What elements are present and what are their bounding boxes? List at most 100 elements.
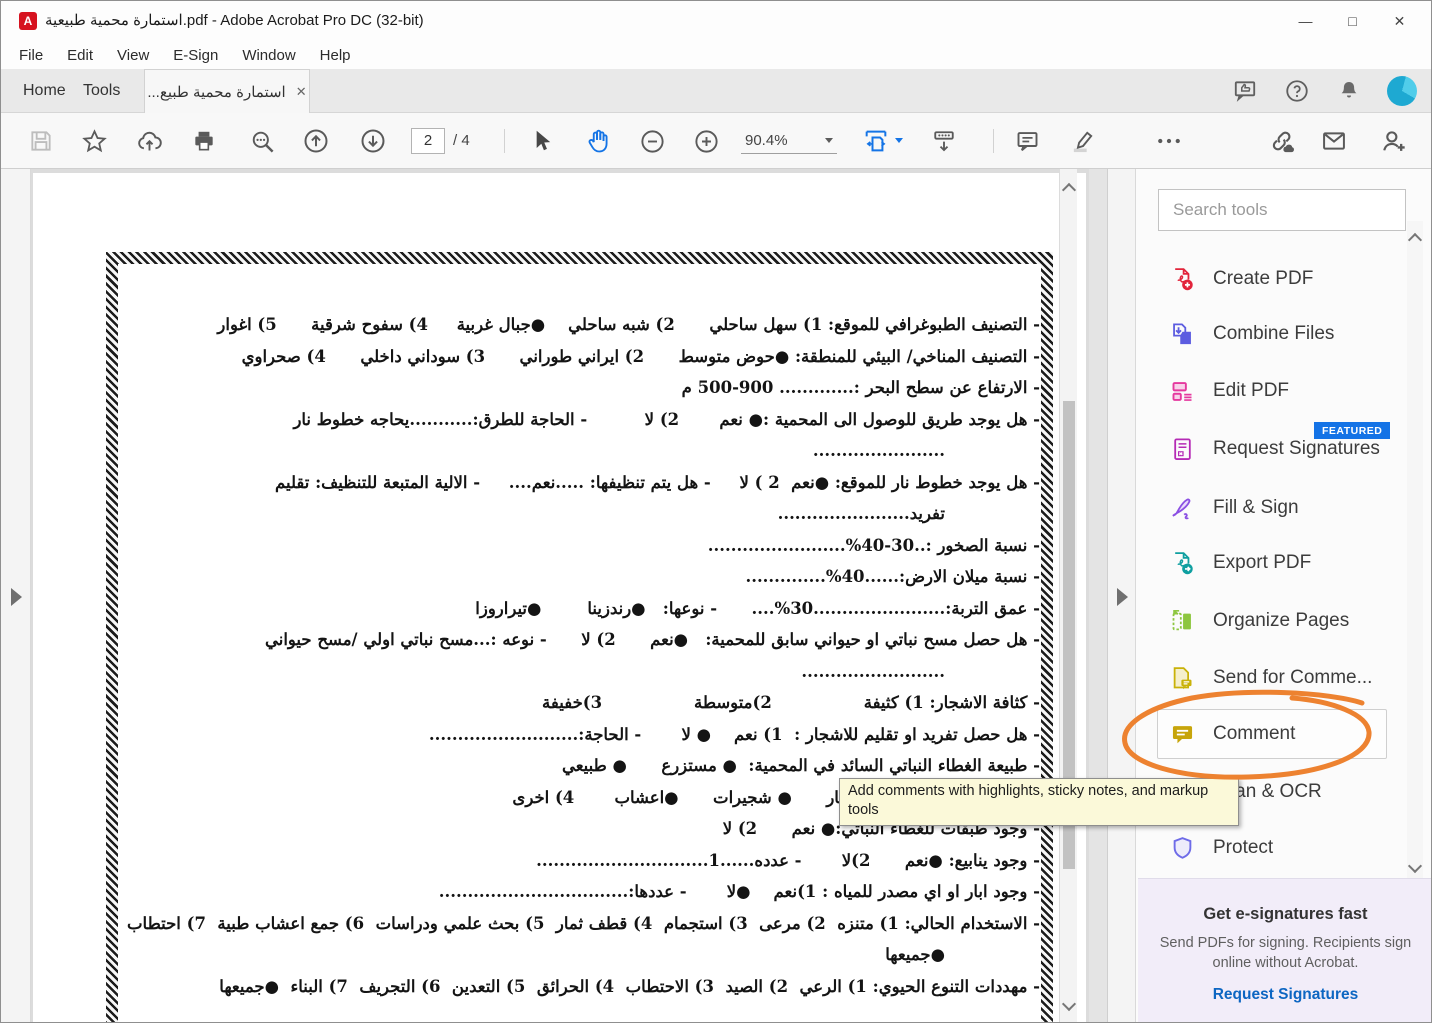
- document-canvas: - التصنيف الطبوغرافي للموقع: 1) سهل ساحل…: [31, 169, 1089, 1022]
- help-icon[interactable]: [1283, 77, 1311, 105]
- scroll-down-icon[interactable]: [1061, 996, 1077, 1012]
- promo-body: Send PDFs for signing. Recipients sign o…: [1159, 935, 1412, 972]
- sidebar-tool-combine-files[interactable]: Combine Files: [1158, 314, 1406, 354]
- document-line: .......................: [812, 441, 945, 460]
- export-pdf-icon: [1169, 550, 1196, 577]
- sidebar-scrollbar[interactable]: [1407, 221, 1423, 879]
- collapse-tools-panel-icon[interactable]: [1117, 588, 1128, 606]
- zoom-level-value: 90.4%: [745, 132, 788, 149]
- hand-tool-icon[interactable]: [582, 124, 616, 158]
- sidebar-tool-organize-pages[interactable]: Organize Pages: [1158, 601, 1406, 641]
- window-title: استمارة محمية طبيعية.pdf - Adobe Acrobat…: [45, 12, 424, 29]
- scrolling-mode-icon[interactable]: [927, 124, 961, 158]
- page-number-input[interactable]: 2: [411, 128, 445, 154]
- star-favorite-icon[interactable]: [77, 124, 111, 158]
- sidebar-tool-send-for-comments[interactable]: Send for Comme...: [1158, 658, 1406, 698]
- document-line: - وجود ينابيع: ●نعم 2)لا - عدده......1..…: [536, 850, 1040, 870]
- zoom-in-icon[interactable]: [689, 124, 723, 158]
- maximize-button[interactable]: □: [1329, 1, 1376, 41]
- tab-close-icon[interactable]: ✕: [296, 84, 307, 100]
- sticky-note-icon[interactable]: [1010, 124, 1044, 158]
- more-tools-icon[interactable]: [1152, 124, 1186, 158]
- highlighter-icon[interactable]: [1065, 124, 1099, 158]
- expand-left-panel-icon[interactable]: [11, 588, 22, 606]
- share-with-person-icon[interactable]: [1376, 124, 1410, 158]
- page-count-label: / 4: [453, 132, 470, 149]
- search-icon[interactable]: [245, 124, 279, 158]
- left-panel-strip: [1, 169, 31, 1022]
- print-icon[interactable]: [187, 124, 221, 158]
- save-icon[interactable]: [24, 124, 58, 158]
- featured-badge: FEATURED: [1314, 422, 1391, 439]
- document-line: - مهددات التنوع الحيوي: 1) الرعي 2) الصي…: [219, 976, 1040, 996]
- comment-icon: [1169, 721, 1196, 748]
- document-line: - عمق التربة:.......................30%.…: [475, 598, 1040, 618]
- next-page-icon[interactable]: [356, 124, 390, 158]
- document-line: ●جميعها: [885, 945, 945, 964]
- protect-shield-icon: [1169, 835, 1196, 862]
- pdf-page: - التصنيف الطبوغرافي للموقع: 1) سهل ساحل…: [33, 173, 1086, 1022]
- document-line: - التصنيف الطبوغرافي للموقع: 1) سهل ساحل…: [217, 315, 1040, 334]
- notifications-bell-icon[interactable]: [1335, 77, 1363, 105]
- send-for-comments-icon: [1169, 665, 1196, 692]
- menu-help[interactable]: Help: [308, 47, 363, 64]
- tab-tools[interactable]: Tools: [83, 69, 120, 113]
- sidebar-tool-fill-sign[interactable]: Fill & Sign: [1158, 488, 1406, 528]
- tools-sidebar: Create PDF Combine Files: [1136, 169, 1431, 1022]
- document-line: - الارتفاع عن سطح البحر :............. 9…: [681, 378, 1040, 397]
- document-line: - الاستخدام الحالي: 1) متنزه 2) مرعى 3) …: [127, 913, 1040, 933]
- select-tool-icon[interactable]: [524, 124, 558, 158]
- document-line: .........................: [801, 661, 945, 681]
- document-line: - التصنيف المناخي/ البيئي للمنطقة: ●حوض …: [241, 346, 1040, 366]
- sidebar-tool-export-pdf[interactable]: Export PDF: [1158, 543, 1406, 583]
- menu-edit[interactable]: Edit: [55, 47, 105, 64]
- zoom-out-icon[interactable]: [635, 124, 669, 158]
- document-line: - وجود ابار او اي مصدر للمياه : 1)نعم ●ل…: [438, 882, 1040, 901]
- sidebar-tool-edit-pdf[interactable]: Edit PDF: [1158, 371, 1406, 411]
- tab-bar: Home Tools استمارة محمية طبيع... ✕: [1, 69, 1431, 114]
- close-button[interactable]: ✕: [1376, 1, 1423, 41]
- menu-file[interactable]: File: [1, 47, 55, 64]
- scroll-up-icon[interactable]: [1407, 232, 1423, 248]
- main-toolbar: 2 / 4 90.4%: [1, 113, 1431, 169]
- organize-pages-icon: [1169, 608, 1196, 635]
- comment-tooltip: Add comments with highlights, sticky not…: [839, 778, 1239, 826]
- menu-esign[interactable]: E-Sign: [161, 47, 230, 64]
- zoom-level-dropdown[interactable]: 90.4%: [741, 128, 837, 154]
- request-signatures-icon: [1169, 436, 1196, 463]
- main-area: - التصنيف الطبوغرافي للموقع: 1) سهل ساحل…: [1, 169, 1431, 1022]
- document-line: - هل يوجد طريق للوصول الى المحمية :● نعم…: [293, 409, 1040, 429]
- chevron-down-icon: [825, 138, 833, 143]
- tab-home[interactable]: Home: [23, 69, 66, 113]
- title-bar: A استمارة محمية طبيعية.pdf - Adobe Acrob…: [1, 1, 1431, 41]
- request-signatures-link[interactable]: Request Signatures: [1138, 986, 1431, 1004]
- chevron-down-icon[interactable]: [895, 138, 903, 143]
- share-link-icon[interactable]: [1265, 124, 1299, 158]
- scroll-up-icon[interactable]: [1061, 182, 1077, 198]
- fit-width-icon[interactable]: [859, 124, 893, 158]
- document-line: - هل حصل مسح نباتي او حيواني سابق للمحمي…: [264, 630, 1040, 649]
- tab-document[interactable]: استمارة محمية طبيع... ✕: [144, 69, 310, 114]
- scroll-down-icon[interactable]: [1407, 858, 1423, 874]
- feedback-icon[interactable]: [1231, 77, 1259, 105]
- sidebar-tool-comment[interactable]: Comment: [1158, 714, 1406, 754]
- minimize-button[interactable]: —: [1282, 1, 1329, 41]
- tab-document-label: استمارة محمية طبيع...: [147, 84, 286, 101]
- menu-view[interactable]: View: [105, 47, 161, 64]
- previous-page-icon[interactable]: [299, 124, 333, 158]
- sidebar-tool-create-pdf[interactable]: Create PDF: [1158, 259, 1406, 299]
- promo-title: Get e-signatures fast: [1203, 905, 1368, 923]
- menu-window[interactable]: Window: [230, 47, 307, 64]
- sidebar-tool-protect[interactable]: Protect: [1158, 828, 1406, 868]
- edit-pdf-icon: [1169, 378, 1196, 405]
- cloud-upload-icon[interactable]: [132, 124, 166, 158]
- acrobat-app-icon: A: [19, 12, 37, 30]
- account-avatar[interactable]: [1387, 76, 1417, 106]
- document-line: تفريد.......................: [777, 504, 945, 523]
- document-scrollbar[interactable]: [1059, 169, 1077, 1022]
- search-input[interactable]: [1158, 189, 1406, 231]
- document-line: - كثافة الاشجار: 1) كثيفة 2)متوسطة 3)خفي…: [542, 693, 1040, 712]
- fill-sign-icon: [1169, 495, 1196, 522]
- menu-bar: File Edit View E-Sign Window Help: [1, 41, 1431, 69]
- email-icon[interactable]: [1317, 124, 1351, 158]
